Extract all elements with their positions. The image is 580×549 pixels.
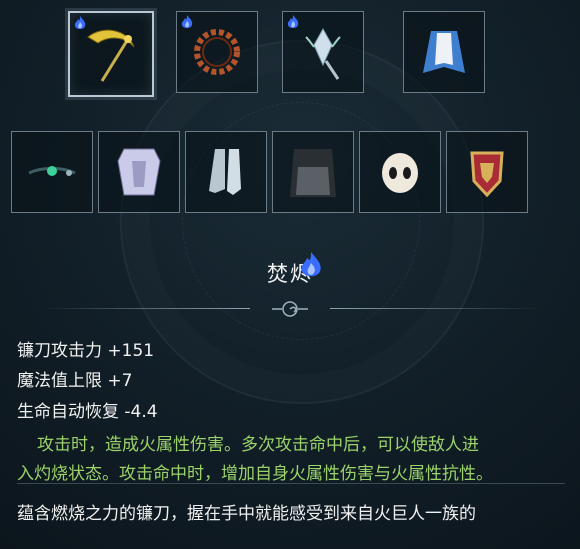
- background-emblem: [120, 40, 484, 404]
- blue-fire-icon: [301, 252, 321, 277]
- blue-fire-icon: [287, 15, 299, 28]
- slot-circlet[interactable]: [11, 131, 93, 213]
- slot-cape[interactable]: [403, 11, 485, 93]
- effect-line-1: 攻击时，造成火属性伤害。多次攻击命中后，可以使敌人进: [37, 435, 479, 455]
- boots-icon: [209, 149, 241, 195]
- cape-icon: [423, 31, 465, 73]
- scale-cloak-icon: [290, 149, 336, 197]
- slot-boots[interactable]: [185, 131, 267, 213]
- slot-weapon-scythe[interactable]: [68, 11, 154, 97]
- swirl-ornament-icon: [272, 301, 308, 317]
- slot-mask[interactable]: [359, 131, 441, 213]
- chest-armor-icon: [117, 148, 161, 196]
- blue-fire-icon: [181, 15, 193, 28]
- slot-shield[interactable]: [446, 131, 528, 213]
- effect-line-2: 入灼烧状态。攻击命中时，增加自身火属性伤害与火属性抗性。: [17, 464, 493, 484]
- slot-cloak[interactable]: [272, 131, 354, 213]
- item-lore: 蕴含燃烧之力的镰刀，握在手中就能感受到来自火巨人一族的: [17, 504, 476, 524]
- circlet-icon: [28, 166, 76, 176]
- stat-regen: 生命自动恢复 -4.4: [17, 402, 158, 422]
- slot-ring[interactable]: [176, 11, 258, 93]
- slot-chest[interactable]: [98, 131, 180, 213]
- item-title: 焚烬: [267, 262, 313, 286]
- slot-amulet[interactable]: [282, 11, 364, 93]
- stat-attack: 镰刀攻击力 +151: [17, 341, 155, 361]
- section-separator: [17, 483, 565, 484]
- crest-shield-icon: [470, 151, 504, 198]
- crystal-amulet-icon: [305, 27, 341, 80]
- title-divider: [40, 301, 540, 317]
- stat-mana: 魔法值上限 +7: [17, 371, 133, 391]
- thorn-ring-icon: [194, 29, 240, 75]
- blue-fire-icon: [74, 16, 86, 29]
- skull-mask-icon: [382, 153, 418, 193]
- scythe-weapon-icon: [87, 29, 135, 82]
